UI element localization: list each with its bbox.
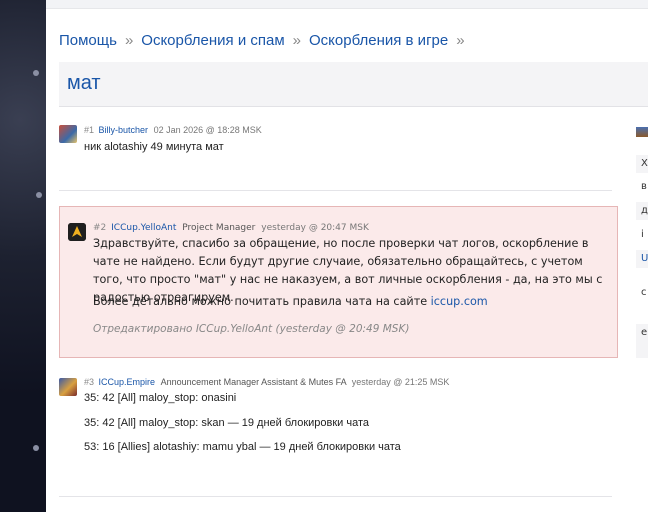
sidebar-row: е: [636, 324, 648, 358]
post-text-rules: Более детально можно почитать правила ча…: [93, 293, 608, 311]
post-date: yesterday @ 21:25 MSK: [351, 377, 450, 387]
breadcrumb-separator: »: [292, 32, 301, 49]
page-title: мат: [67, 72, 101, 94]
chat-log-line: 35: 42 [All] maloy_stop: skan — 19 дней …: [84, 417, 370, 429]
breadcrumb: Помощь » Оскорбления и спам » Оскорбления в …: [59, 32, 473, 49]
breadcrumb-insults-spam[interactable]: Оскорбления и спам: [141, 32, 284, 49]
sidebar-link[interactable]: U: [636, 250, 648, 268]
decor-dot: [36, 192, 42, 198]
post-number[interactable]: #3: [84, 377, 94, 387]
avatar[interactable]: [68, 223, 86, 241]
forum-page: Помощь » Оскорбления и спам » Оскорбления в …: [46, 0, 648, 512]
sidebar-row: Х: [636, 155, 648, 173]
post-3: #3 ICCup.Empire Announcement Manager Ass…: [59, 377, 619, 467]
chat-log-line: 53: 16 [Allies] alotashiy: mamu ybal — 1…: [84, 441, 401, 453]
chat-log-line: 35: 42 [All] maloy_stop: onasini: [84, 392, 237, 404]
post-author-role: Project Manager: [182, 223, 256, 233]
breadcrumb-separator: »: [456, 32, 465, 49]
background-art: [0, 0, 46, 512]
breadcrumb-insults-in-game[interactable]: Оскорбления в игре: [309, 32, 448, 49]
post-number[interactable]: #2: [93, 223, 106, 233]
post-author-role: Announcement Manager Assistant & Mutes F…: [160, 377, 347, 387]
sidebar-row: с: [636, 284, 648, 302]
post-divider: [59, 496, 612, 497]
breadcrumb-help[interactable]: Помощь: [59, 32, 117, 49]
post-2-admin-reply: #2 ICCup.YelloAnt Project Manager yester…: [59, 206, 618, 358]
post-meta: #1 Billy-butcher 02 Jan 2026 @ 18:28 MSK: [84, 125, 262, 135]
avatar[interactable]: [59, 378, 77, 396]
breadcrumb-separator: »: [124, 32, 134, 49]
flag-icon: [636, 127, 648, 137]
sidebar-row: д: [636, 202, 648, 220]
post-divider: [59, 190, 612, 191]
rules-text: Более детально можно почитать правила ча…: [93, 295, 431, 308]
post-date: yesterday @ 20:47 MSK: [261, 223, 369, 233]
iccup-link[interactable]: iccup.com: [431, 295, 488, 308]
sidebar-row: в: [636, 178, 648, 196]
post-author[interactable]: ICCup.YelloAnt: [111, 223, 176, 233]
top-bar: [46, 0, 648, 9]
topic-header: мат: [59, 62, 648, 107]
post-text: ник alotashiy 49 минута мат: [84, 141, 224, 153]
edited-note: Отредактировано ICCup.YelloAnt (yesterda…: [93, 323, 410, 335]
decor-dot: [33, 70, 39, 76]
post-meta: #3 ICCup.Empire Announcement Manager Ass…: [84, 377, 449, 387]
post-number[interactable]: #1: [84, 125, 94, 135]
post-author[interactable]: ICCup.Empire: [99, 377, 156, 387]
sidebar-row: i: [636, 226, 648, 244]
post-author[interactable]: Billy-butcher: [99, 125, 149, 135]
decor-dot: [33, 445, 39, 451]
post-date: 02 Jan 2026 @ 18:28 MSK: [153, 125, 262, 135]
post-1: #1 Billy-butcher 02 Jan 2026 @ 18:28 MSK…: [59, 125, 619, 165]
avatar[interactable]: [59, 125, 77, 143]
ant-logo-icon: [68, 223, 86, 241]
right-sidebar: Х в д i U с е: [636, 118, 648, 512]
post-meta: #2 ICCup.YelloAnt Project Manager yester…: [93, 223, 369, 233]
